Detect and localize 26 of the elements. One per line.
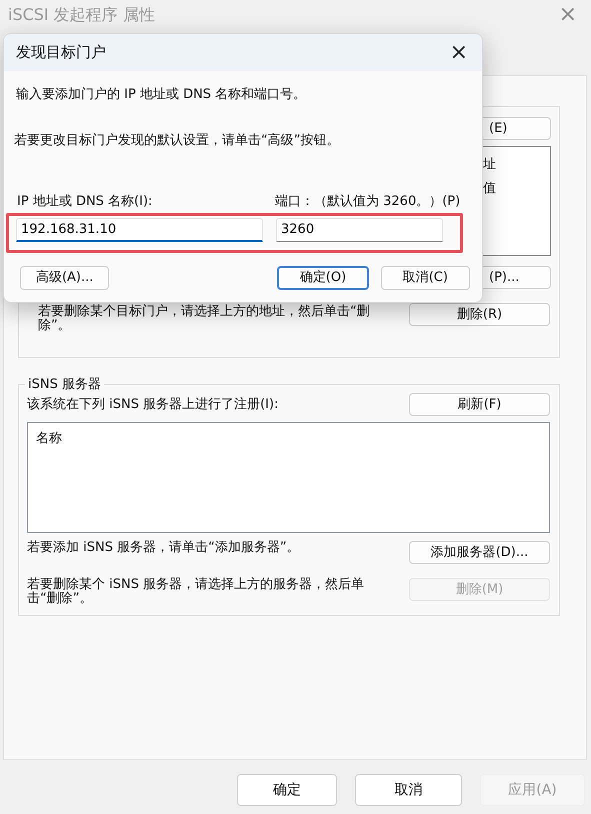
button[interactable]: 取消 (355, 774, 462, 806)
input-field[interactable]: 3260 (276, 218, 443, 242)
button[interactable]: (P)... (483, 266, 551, 289)
input-field[interactable]: 192.168.31.10 (16, 218, 263, 242)
button[interactable]: 确定 (237, 774, 337, 806)
field-label: 端口：（默认值为 3260。）(P) (275, 193, 460, 211)
dialog-title: 发现目标门户 (16, 42, 106, 64)
button[interactable]: 高级(A)... (20, 266, 110, 290)
button[interactable]: (E) (483, 117, 551, 140)
button[interactable]: 添加服务器(D)... (409, 541, 550, 564)
hint-text: 若要更改目标门户发现的默认设置，请单击“高级”按钮。 (14, 132, 340, 150)
list-label: 该系统在下列 iSNS 服务器上进行了注册(I): (27, 396, 278, 414)
hint-text: 若要删除某个 iSNS 服务器，请选择上方的服务器，然后单击“删除”。 (27, 578, 366, 606)
intro-text: 输入要添加门户的 IP 地址或 DNS 名称和端口号。 (16, 86, 308, 104)
list-text: 址 (483, 156, 497, 174)
remove-button[interactable]: 删除(R) (409, 303, 550, 326)
column-header: 名称 (36, 431, 62, 446)
list-text: 值 (483, 180, 497, 198)
close-button[interactable]: × (446, 42, 472, 64)
window-title: iSCSI 发起程序 属性 (8, 4, 155, 26)
hint-text: 若要添加 iSNS 服务器，请单击“添加服务器”。 (27, 541, 301, 555)
field-label: IP 地址或 DNS 名称(I): (17, 193, 154, 211)
button[interactable]: 取消(C) (380, 266, 470, 290)
hint-text: 若要删除某个目标门户，请选择上方的地址，然后单击“删除”。 (38, 305, 371, 333)
refresh-button[interactable]: 刷新(F) (409, 393, 550, 416)
button[interactable]: 确定(O) (277, 266, 369, 290)
